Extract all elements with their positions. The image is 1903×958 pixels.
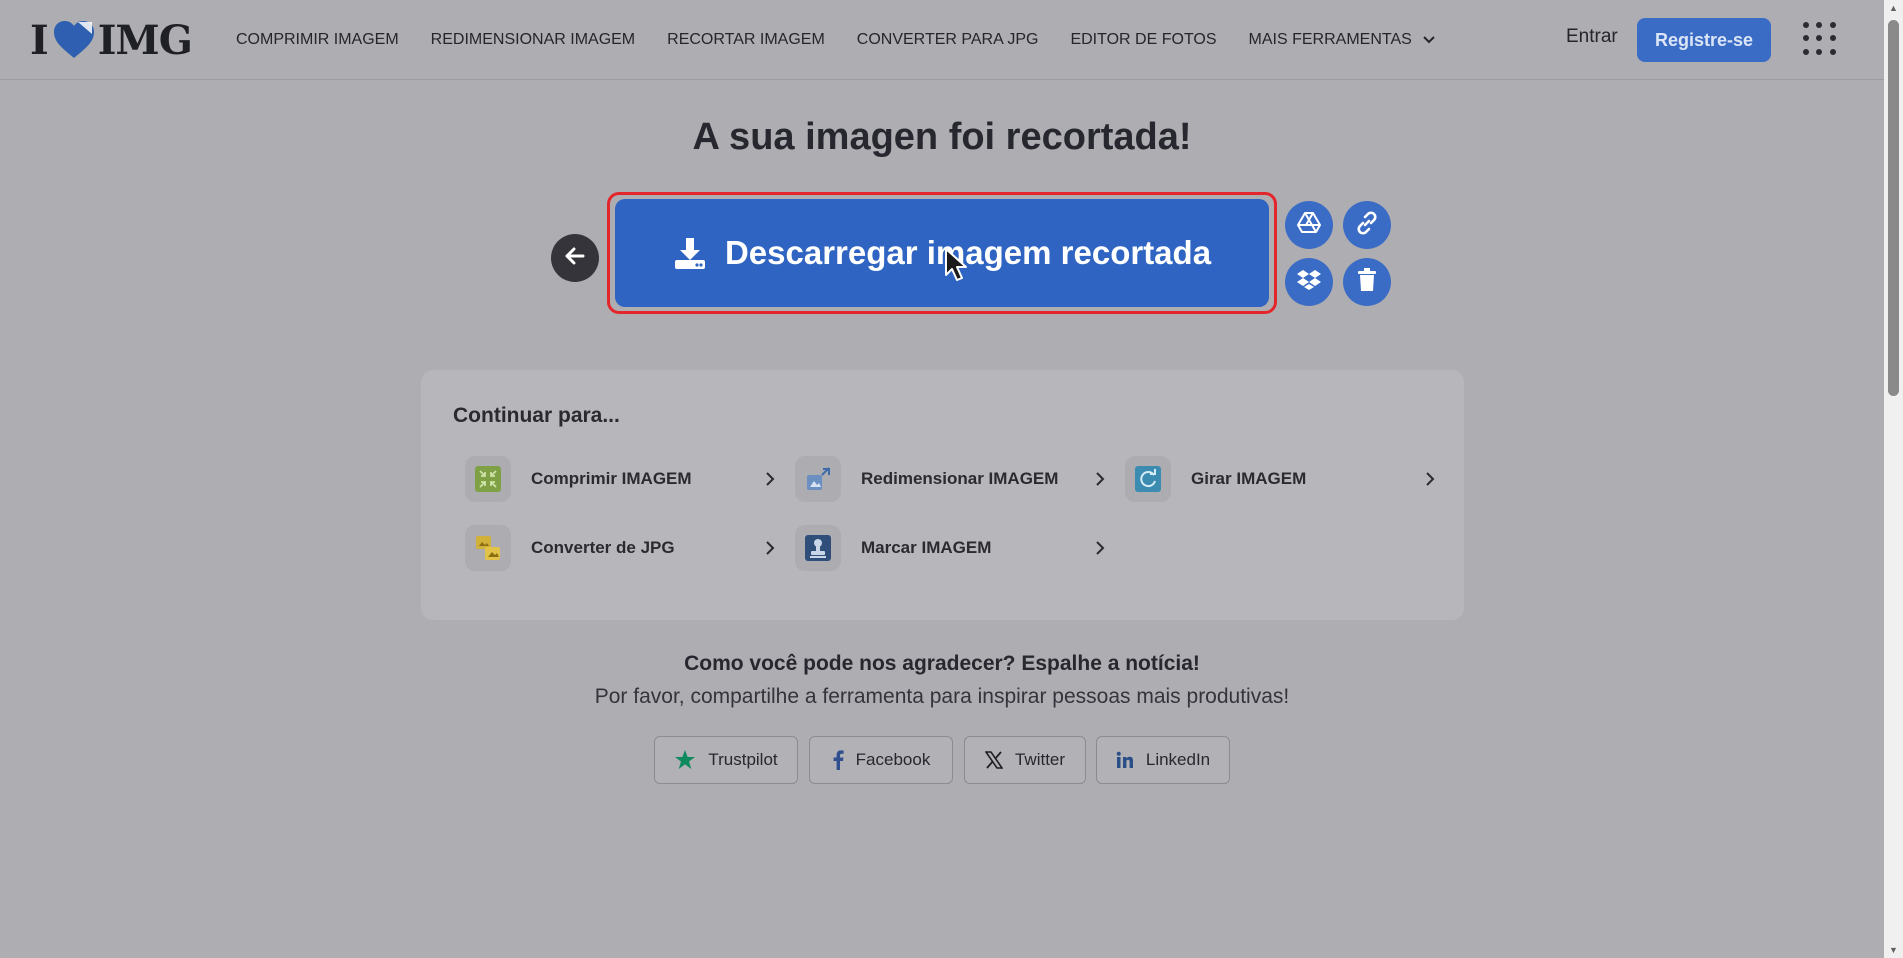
tool-convert-label: Converter de JPG <box>531 538 675 557</box>
download-button[interactable]: Descarregar imagem recortada <box>615 199 1269 307</box>
tool-resize-label: Redimensionar IMAGEM <box>861 469 1059 488</box>
nav-convert-jpg[interactable]: CONVERTER PARA JPG <box>857 31 1039 49</box>
convert-icon <box>465 525 511 571</box>
back-button[interactable] <box>551 234 599 282</box>
share-linkedin-button[interactable]: LinkedIn <box>1096 736 1230 784</box>
stamp-icon <box>795 525 841 571</box>
scroll-up-icon[interactable]: ▲ <box>1884 0 1903 16</box>
nav-resize-label: REDIMENSIONAR IMAGEM <box>430 31 636 48</box>
chevron-down-icon <box>1422 35 1436 45</box>
chevron-right-icon <box>1095 540 1105 556</box>
share-trustpilot-label: Trustpilot <box>708 750 778 769</box>
page: I IMG COMPRIMIR IMAGEM REDIMENSIONAR IMA… <box>0 0 1903 958</box>
vertical-scrollbar[interactable]: ▲ ▼ <box>1884 0 1903 958</box>
download-icon <box>673 236 707 270</box>
share-twitter-label: Twitter <box>1014 750 1066 769</box>
rotate-icon <box>1125 456 1171 502</box>
linkedin-icon <box>1116 751 1134 769</box>
share-title: Como você pode nos agradecer? Espalhe a … <box>684 652 1200 675</box>
dropbox-icon <box>1296 268 1322 297</box>
page-title: A sua imagen foi recortada! <box>692 116 1192 158</box>
continue-card: Continuar para... Comprimir IMAGEM Redim… <box>421 370 1464 620</box>
x-icon <box>984 751 1003 769</box>
trash-icon <box>1356 267 1378 297</box>
tool-watermark-label: Marcar IMAGEM <box>861 538 992 557</box>
register-button[interactable]: Registre-se <box>1637 18 1771 62</box>
nav-resize[interactable]: REDIMENSIONAR IMAGEM <box>431 31 635 49</box>
nav-crop-label: RECORTAR IMAGEM <box>667 31 825 48</box>
delete-button[interactable] <box>1343 258 1391 306</box>
share-trustpilot-button[interactable]: Trustpilot <box>654 736 798 784</box>
google-drive-icon <box>1297 211 1321 239</box>
tool-convert-from-jpg[interactable]: Converter de JPG <box>465 525 775 571</box>
star-icon <box>674 749 696 771</box>
share-twitter-button[interactable]: Twitter <box>964 736 1086 784</box>
chevron-right-icon <box>1095 471 1105 487</box>
nav-compress[interactable]: COMPRIMIR IMAGEM <box>236 31 399 49</box>
tool-resize[interactable]: Redimensionar IMAGEM <box>795 456 1105 502</box>
nav-convert-label: CONVERTER PARA JPG <box>856 31 1039 48</box>
logo-text-left: I <box>30 16 49 64</box>
share-facebook-button[interactable]: Facebook <box>809 736 953 784</box>
apps-grid-icon[interactable] <box>1803 22 1837 56</box>
mouse-cursor-icon <box>944 247 970 288</box>
tool-compress-label: Comprimir IMAGEM <box>531 469 692 488</box>
scroll-thumb[interactable] <box>1888 20 1899 396</box>
copy-link-button[interactable] <box>1343 201 1391 249</box>
link-icon <box>1354 210 1380 241</box>
nav-crop[interactable]: RECORTAR IMAGEM <box>667 31 825 49</box>
google-drive-button[interactable] <box>1285 201 1333 249</box>
nav-more-tools[interactable]: MAIS FERRAMENTAS <box>1249 31 1436 49</box>
top-header: I IMG COMPRIMIR IMAGEM REDIMENSIONAR IMA… <box>0 0 1884 80</box>
nav-compress-label: COMPRIMIR IMAGEM <box>236 31 399 48</box>
continue-title: Continuar para... <box>453 404 620 427</box>
login-link[interactable]: Entrar <box>1566 26 1618 48</box>
facebook-icon <box>832 750 844 770</box>
nav-photo-editor[interactable]: EDITOR DE FOTOS <box>1070 31 1216 49</box>
main-nav: COMPRIMIR IMAGEM REDIMENSIONAR IMAGEM RE… <box>236 0 1468 80</box>
nav-editor-label: EDITOR DE FOTOS <box>1070 31 1217 48</box>
arrow-left-icon <box>563 244 587 273</box>
tool-rotate[interactable]: Girar IMAGEM <box>1125 456 1435 502</box>
chevron-right-icon <box>1425 471 1435 487</box>
dropbox-button[interactable] <box>1285 258 1333 306</box>
logo-text-right: IMG <box>97 16 193 64</box>
scroll-down-icon[interactable]: ▼ <box>1884 942 1903 958</box>
share-subtitle: Por favor, compartilhe a ferramenta para… <box>594 685 1290 708</box>
nav-more-label: MAIS FERRAMENTAS <box>1248 31 1412 48</box>
logo[interactable]: I IMG <box>30 17 193 64</box>
share-linkedin-label: LinkedIn <box>1145 750 1211 769</box>
chevron-right-icon <box>765 471 775 487</box>
tool-compress[interactable]: Comprimir IMAGEM <box>465 456 775 502</box>
share-facebook-label: Facebook <box>855 750 931 769</box>
chevron-right-icon <box>765 540 775 556</box>
tool-rotate-label: Girar IMAGEM <box>1191 469 1307 488</box>
tool-watermark[interactable]: Marcar IMAGEM <box>795 525 1105 571</box>
compress-icon <box>465 456 511 502</box>
resize-icon <box>795 456 841 502</box>
heart-icon <box>52 20 96 60</box>
